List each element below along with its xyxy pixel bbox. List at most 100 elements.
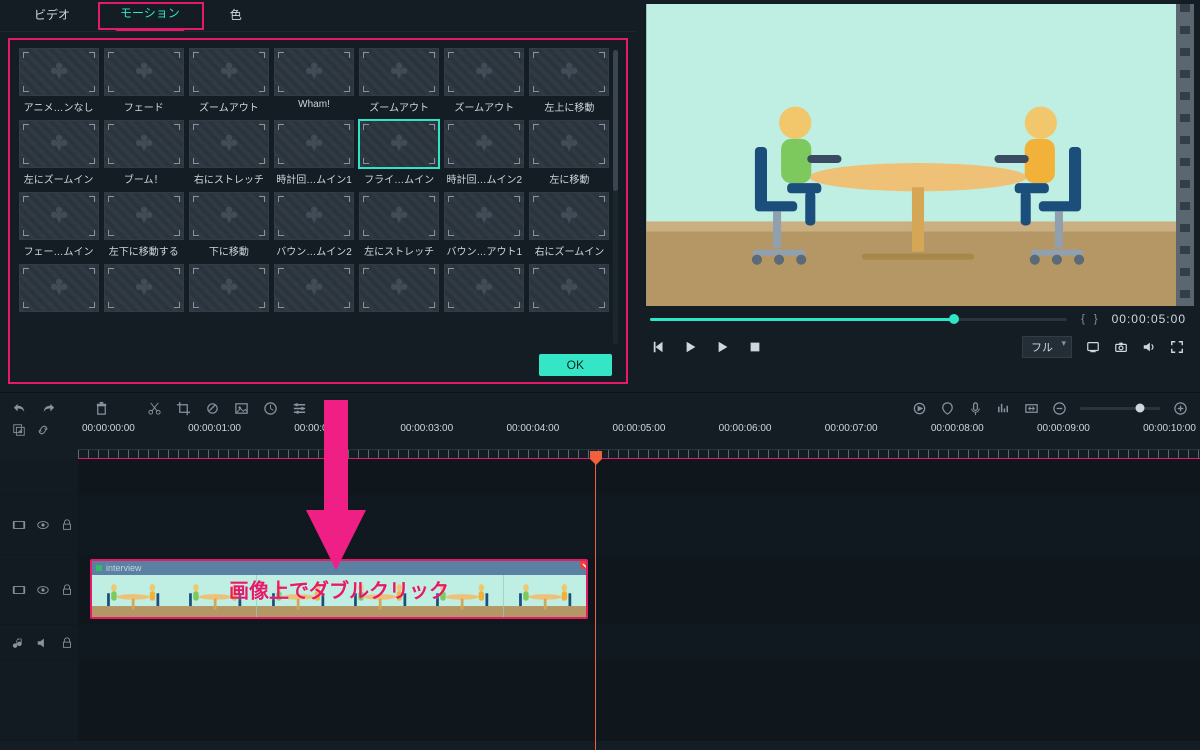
motion-label: アニメ…ンなし	[24, 99, 94, 114]
image-adjust-icon[interactable]	[234, 401, 249, 416]
stop-button[interactable]	[748, 340, 762, 354]
motion-label: フェード	[124, 99, 164, 114]
motion-preset-item[interactable]: 下に移動	[188, 192, 269, 258]
motion-preset-item[interactable]: 左下に移動する	[103, 192, 184, 258]
motion-scrollbar[interactable]	[613, 50, 618, 344]
lock-icon[interactable]	[60, 636, 74, 650]
audio-mixer-icon[interactable]	[996, 401, 1011, 416]
timeline-clip-interview[interactable]: interview 画像上でダブルクリック	[90, 559, 588, 619]
motion-preset-item[interactable]: ズームアウト	[359, 48, 440, 114]
preview-monitor: { } 00:00:05:00 フル	[644, 4, 1192, 362]
motion-preset-item[interactable]: ズームアウト	[444, 48, 525, 114]
preview-quality-label: フル	[1031, 342, 1053, 354]
motion-thumb	[359, 192, 439, 240]
motion-label: フライ…ムイン	[364, 171, 434, 186]
motion-preset-item[interactable]	[103, 264, 184, 327]
preview-scrubber[interactable]	[650, 318, 1067, 321]
motion-preset-item[interactable]: ブーム！	[103, 120, 184, 186]
settings-icon[interactable]	[292, 401, 307, 416]
redo-icon[interactable]	[41, 401, 56, 416]
voice-over-icon[interactable]	[968, 401, 983, 416]
motion-preset-item[interactable]	[359, 264, 440, 327]
motion-preset-item[interactable]: Wham!	[273, 48, 354, 114]
video-track-1-lane[interactable]: interview 画像上でダブルクリック	[78, 555, 1200, 624]
delete-icon[interactable]	[94, 401, 109, 416]
mute-icon[interactable]	[36, 636, 50, 650]
motion-preset-item[interactable]	[188, 264, 269, 327]
timeline-ruler[interactable]: 00:00:00:0000:00:01:0000:00:02:0000:00:0…	[78, 423, 1200, 459]
tab-color[interactable]: 色	[226, 0, 246, 31]
ruler-time-label: 00:00:10:00	[1143, 423, 1196, 434]
motion-preset-item[interactable]: アニメ…ンなし	[18, 48, 99, 114]
empty-track-lane[interactable]	[78, 661, 1200, 740]
motion-preset-item[interactable]: フェード	[103, 48, 184, 114]
visibility-icon[interactable]	[36, 518, 50, 532]
preview-quality-select[interactable]: フル	[1022, 336, 1072, 358]
lock-icon[interactable]	[60, 518, 74, 532]
split-icon[interactable]	[147, 401, 162, 416]
motion-preset-item[interactable]: 時計回…ムイン2	[444, 120, 525, 186]
motion-preset-item[interactable]: 左にズームイン	[18, 120, 99, 186]
motion-preset-item[interactable]	[18, 264, 99, 327]
render-preview-icon[interactable]	[1086, 340, 1100, 354]
motion-preset-item[interactable]: 右にストレッチ	[188, 120, 269, 186]
zoom-in-icon[interactable]	[1173, 401, 1188, 416]
ruler-time-label: 00:00:01:00	[188, 423, 241, 434]
motion-thumb	[189, 48, 269, 96]
fullscreen-icon[interactable]	[1170, 340, 1184, 354]
motion-preset-item[interactable]: 左にストレッチ	[359, 192, 440, 258]
tab-video[interactable]: ビデオ	[30, 0, 74, 31]
timeline-playhead[interactable]	[595, 459, 596, 750]
ruler-time-label: 00:00:09:00	[1037, 423, 1090, 434]
timeline-zoom-slider[interactable]	[1080, 407, 1160, 410]
visibility-icon[interactable]	[36, 583, 50, 597]
motion-preset-item[interactable]: 左上に移動	[529, 48, 610, 114]
motion-thumb	[19, 264, 99, 312]
undo-icon[interactable]	[12, 401, 27, 416]
clip-effect-badge-icon	[578, 559, 588, 571]
motion-preset-item[interactable]: フェー…ムイン	[18, 192, 99, 258]
motion-thumb	[274, 192, 354, 240]
crop-icon[interactable]	[176, 401, 191, 416]
motion-thumb	[359, 120, 439, 168]
link-track-icon[interactable]	[36, 423, 50, 437]
motion-preset-item[interactable]	[444, 264, 525, 327]
motion-preset-item[interactable]: 右にズームイン	[529, 192, 610, 258]
ruler-time-label: 00:00:07:00	[825, 423, 878, 434]
zoom-out-icon[interactable]	[1052, 401, 1067, 416]
tab-motion[interactable]: モーション	[116, 0, 184, 31]
volume-icon[interactable]	[1142, 340, 1156, 354]
motion-presets-panel: アニメ…ンなしフェードズームアウトWham!ズームアウトズームアウト左上に移動左…	[8, 38, 628, 384]
video-track-2-lane[interactable]	[78, 495, 1200, 554]
audio-track-header	[0, 625, 78, 660]
motion-label: ズームアウト	[454, 99, 514, 114]
motion-preset-item[interactable]: 時計回…ムイン1	[273, 120, 354, 186]
motion-label: 左にズームイン	[24, 171, 94, 186]
auto-reframe-icon[interactable]	[912, 401, 927, 416]
motion-preset-item[interactable]	[273, 264, 354, 327]
speed-icon[interactable]	[263, 401, 278, 416]
clip-property-tabs: ビデオ モーション 色	[0, 0, 636, 32]
motion-preset-item[interactable]: ズームアウト	[188, 48, 269, 114]
motion-preset-item[interactable]: バウン…ムイン2	[273, 192, 354, 258]
ok-button[interactable]: OK	[539, 354, 612, 376]
ruler-time-label: 00:00:00:00	[82, 423, 135, 434]
snapshot-icon[interactable]	[1114, 340, 1128, 354]
add-track-icon[interactable]	[12, 423, 26, 437]
motion-thumb	[444, 120, 524, 168]
marker-icon[interactable]	[940, 401, 955, 416]
lock-icon[interactable]	[60, 583, 74, 597]
motion-preset-item[interactable]	[529, 264, 610, 327]
overlay-track-lane[interactable]	[78, 459, 1200, 494]
motion-preset-item[interactable]: フライ…ムイン	[359, 120, 440, 186]
next-frame-button[interactable]	[716, 340, 730, 354]
prev-frame-button[interactable]	[652, 340, 666, 354]
motion-preset-item[interactable]: 左に移動	[529, 120, 610, 186]
motion-preset-item[interactable]: バウン…アウト1	[444, 192, 525, 258]
edit-icon[interactable]	[205, 401, 220, 416]
motion-thumb	[529, 192, 609, 240]
audio-track-lane[interactable]	[78, 625, 1200, 660]
fit-to-screen-icon[interactable]	[1024, 401, 1039, 416]
mark-in-out-icon[interactable]: { }	[1075, 313, 1104, 325]
play-pause-button[interactable]	[684, 340, 698, 354]
